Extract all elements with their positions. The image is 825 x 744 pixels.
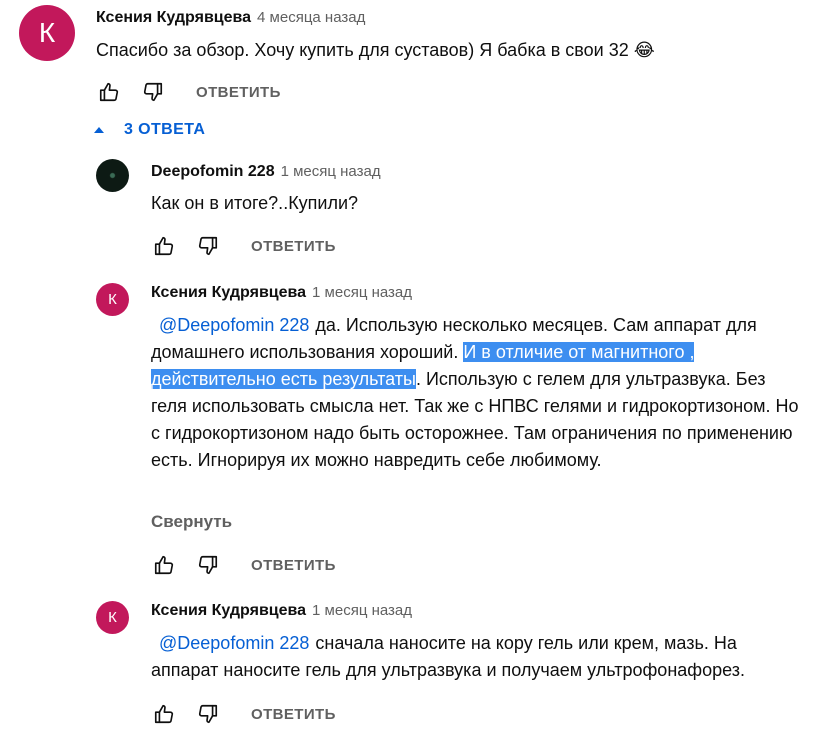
author-name[interactable]: Ксения Кудрявцева (96, 9, 251, 26)
avatar[interactable]: К (96, 601, 129, 634)
comment-thread: К Ксения Кудрявцева 4 месяца назад Спасиб… (0, 0, 825, 744)
dislike-icon[interactable] (140, 80, 166, 104)
reply-button[interactable]: ОТВЕТИТЬ (196, 84, 281, 101)
reply-text: @Deepofomin 228 да. Использую несколько м… (151, 312, 806, 474)
replies-count-label: 3 ОТВЕТА (124, 121, 206, 138)
author-name[interactable]: Ксения Кудрявцева (151, 284, 306, 301)
reply-button[interactable]: ОТВЕТИТЬ (251, 557, 336, 574)
caret-up-icon (94, 127, 104, 133)
reply-button[interactable]: ОТВЕТИТЬ (251, 238, 336, 255)
avatar[interactable]: К (19, 5, 75, 61)
comment-actions: ОТВЕТИТЬ (96, 80, 281, 104)
reply-actions: ОТВЕТИТЬ (151, 553, 336, 577)
avatar-letter: К (108, 291, 117, 308)
comment-time[interactable]: 4 месяца назад (257, 9, 365, 26)
reply-author[interactable]: Ксения Кудрявцева 1 месяц назад (151, 284, 412, 302)
avatar[interactable]: К (96, 283, 129, 316)
author-name[interactable]: Ксения Кудрявцева (151, 602, 306, 619)
reply-time[interactable]: 1 месяц назад (312, 602, 412, 619)
reply-button[interactable]: ОТВЕТИТЬ (251, 706, 336, 723)
replies-toggle-button[interactable]: 3 ОТВЕТА (94, 121, 205, 139)
reply-time[interactable]: 1 месяц назад (281, 163, 381, 180)
comment-text: Спасибо за обзор. Хочу купить для сустав… (96, 40, 655, 60)
like-icon[interactable] (151, 553, 177, 577)
collapse-button[interactable]: Свернуть (151, 512, 232, 532)
reply-author[interactable]: Ксения Кудрявцева 1 месяц назад (151, 602, 412, 620)
dislike-icon[interactable] (195, 553, 221, 577)
author-name[interactable]: Deepofomin 228 (151, 163, 275, 180)
dislike-icon[interactable] (195, 702, 221, 726)
like-icon[interactable] (151, 702, 177, 726)
reply-actions: ОТВЕТИТЬ (151, 234, 336, 258)
reply-time[interactable]: 1 месяц назад (312, 284, 412, 301)
like-icon[interactable] (151, 234, 177, 258)
comment-author[interactable]: Ксения Кудрявцева 4 месяца назад (96, 9, 365, 27)
like-icon[interactable] (96, 80, 122, 104)
reply-text: Как он в итоге?..Купили? (151, 193, 359, 213)
avatar[interactable] (96, 159, 129, 192)
reply-author[interactable]: Deepofomin 228 1 месяц назад (151, 163, 381, 181)
avatar-letter: К (108, 609, 117, 626)
reply-actions: ОТВЕТИТЬ (151, 702, 336, 726)
reply-text: @Deepofomin 228 сначала наносите на кору … (151, 630, 806, 684)
avatar-letter: К (38, 17, 56, 48)
mention-link[interactable]: @Deepofomin 228 (151, 633, 315, 653)
mention-link[interactable]: @Deepofomin 228 (151, 315, 315, 335)
dislike-icon[interactable] (195, 234, 221, 258)
